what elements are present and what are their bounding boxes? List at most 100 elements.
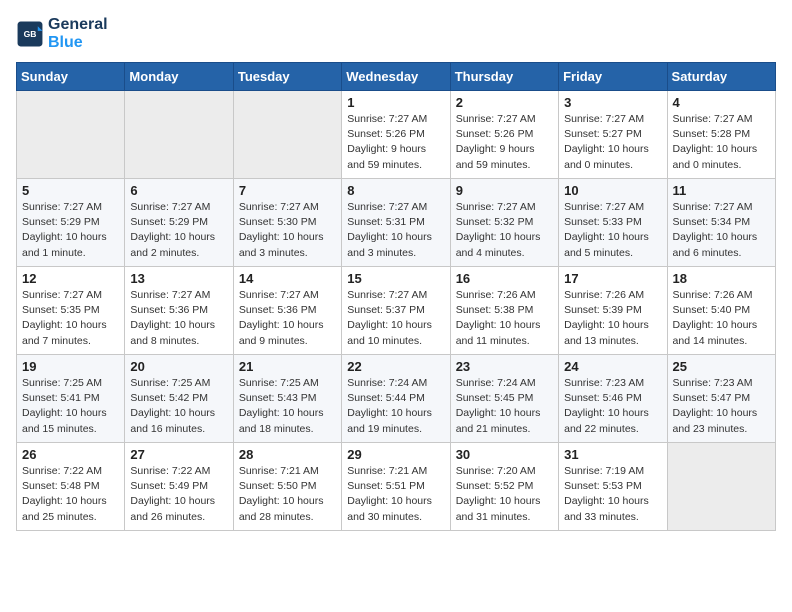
- calendar-cell: 21 Sunrise: 7:25 AMSunset: 5:43 PMDayligh…: [233, 355, 341, 443]
- calendar-cell: 13 Sunrise: 7:27 AMSunset: 5:36 PMDayligh…: [125, 267, 233, 355]
- day-info: Sunrise: 7:27 AMSunset: 5:33 PMDaylight:…: [564, 200, 661, 261]
- calendar-cell: 2 Sunrise: 7:27 AMSunset: 5:26 PMDaylight…: [450, 91, 558, 179]
- calendar-cell: 30Sunrise: 7:20 AMSunset: 5:52 PMDayligh…: [450, 443, 558, 531]
- header-day: Thursday: [450, 63, 558, 91]
- day-info: Sunrise: 7:21 AMSunset: 5:50 PMDaylight:…: [239, 464, 336, 525]
- day-number: 3: [564, 95, 661, 110]
- day-info: Sunrise: 7:24 AMSunset: 5:45 PMDaylight:…: [456, 376, 553, 437]
- calendar-cell: 18 Sunrise: 7:26 AMSunset: 5:40 PMDayligh…: [667, 267, 775, 355]
- header-day: Friday: [559, 63, 667, 91]
- day-number: 11: [673, 183, 770, 198]
- svg-text:GB: GB: [24, 29, 37, 39]
- logo-text: General Blue: [48, 16, 108, 52]
- day-number: 21: [239, 359, 336, 374]
- day-info: Sunrise: 7:27 AMSunset: 5:26 PMDaylight:…: [347, 112, 444, 173]
- calendar-cell: 26 Sunrise: 7:22 AMSunset: 5:48 PMDayligh…: [17, 443, 125, 531]
- header-day: Sunday: [17, 63, 125, 91]
- logo-icon: GB: [16, 20, 44, 48]
- calendar-cell: [17, 91, 125, 179]
- calendar-cell: 15Sunrise: 7:27 AMSunset: 5:37 PMDayligh…: [342, 267, 450, 355]
- day-number: 31: [564, 447, 661, 462]
- calendar-cell: 17Sunrise: 7:26 AMSunset: 5:39 PMDayligh…: [559, 267, 667, 355]
- day-info: Sunrise: 7:27 AMSunset: 5:34 PMDaylight:…: [673, 200, 770, 261]
- day-number: 24: [564, 359, 661, 374]
- header-day: Wednesday: [342, 63, 450, 91]
- calendar-cell: 12Sunrise: 7:27 AMSunset: 5:35 PMDayligh…: [17, 267, 125, 355]
- calendar-cell: 6Sunrise: 7:27 AMSunset: 5:29 PMDaylight…: [125, 179, 233, 267]
- day-number: 8: [347, 183, 444, 198]
- calendar-cell: 31 Sunrise: 7:19 AMSunset: 5:53 PMDayligh…: [559, 443, 667, 531]
- calendar-cell: 28 Sunrise: 7:21 AMSunset: 5:50 PMDayligh…: [233, 443, 341, 531]
- calendar-cell: 10 Sunrise: 7:27 AMSunset: 5:33 PMDayligh…: [559, 179, 667, 267]
- day-info: Sunrise: 7:27 AMSunset: 5:36 PMDaylight:…: [130, 288, 227, 349]
- header-row: SundayMondayTuesdayWednesdayThursdayFrid…: [17, 63, 776, 91]
- header-day: Tuesday: [233, 63, 341, 91]
- day-number: 2: [456, 95, 553, 110]
- day-number: 6: [130, 183, 227, 198]
- logo: GB General Blue: [16, 16, 108, 52]
- day-info: Sunrise: 7:25 AMSunset: 5:42 PMDaylight:…: [130, 376, 227, 437]
- day-number: 27: [130, 447, 227, 462]
- calendar-cell: 22 Sunrise: 7:24 AMSunset: 5:44 PMDayligh…: [342, 355, 450, 443]
- day-number: 15: [347, 271, 444, 286]
- calendar-cell: 25 Sunrise: 7:23 AMSunset: 5:47 PMDayligh…: [667, 355, 775, 443]
- calendar-cell: 29Sunrise: 7:21 AMSunset: 5:51 PMDayligh…: [342, 443, 450, 531]
- calendar-cell: 3Sunrise: 7:27 AMSunset: 5:27 PMDaylight…: [559, 91, 667, 179]
- day-number: 20: [130, 359, 227, 374]
- calendar-week: 5 Sunrise: 7:27 AMSunset: 5:29 PMDaylight…: [17, 179, 776, 267]
- calendar-cell: 4 Sunrise: 7:27 AMSunset: 5:28 PMDaylight…: [667, 91, 775, 179]
- header-day: Monday: [125, 63, 233, 91]
- day-info: Sunrise: 7:24 AMSunset: 5:44 PMDaylight:…: [347, 376, 444, 437]
- day-number: 16: [456, 271, 553, 286]
- calendar-cell: 20 Sunrise: 7:25 AMSunset: 5:42 PMDayligh…: [125, 355, 233, 443]
- calendar-week: 26 Sunrise: 7:22 AMSunset: 5:48 PMDayligh…: [17, 443, 776, 531]
- day-info: Sunrise: 7:27 AMSunset: 5:28 PMDaylight:…: [673, 112, 770, 173]
- calendar-cell: [125, 91, 233, 179]
- day-number: 13: [130, 271, 227, 286]
- calendar-cell: [233, 91, 341, 179]
- day-info: Sunrise: 7:25 AMSunset: 5:43 PMDaylight:…: [239, 376, 336, 437]
- calendar-cell: 14 Sunrise: 7:27 AMSunset: 5:36 PMDayligh…: [233, 267, 341, 355]
- day-number: 19: [22, 359, 119, 374]
- day-number: 4: [673, 95, 770, 110]
- day-info: Sunrise: 7:27 AMSunset: 5:36 PMDaylight:…: [239, 288, 336, 349]
- day-info: Sunrise: 7:27 AMSunset: 5:32 PMDaylight:…: [456, 200, 553, 261]
- day-info: Sunrise: 7:19 AMSunset: 5:53 PMDaylight:…: [564, 464, 661, 525]
- calendar-cell: 5 Sunrise: 7:27 AMSunset: 5:29 PMDaylight…: [17, 179, 125, 267]
- day-number: 10: [564, 183, 661, 198]
- day-number: 23: [456, 359, 553, 374]
- day-number: 5: [22, 183, 119, 198]
- calendar-cell: 19 Sunrise: 7:25 AMSunset: 5:41 PMDayligh…: [17, 355, 125, 443]
- page-header: GB General Blue: [16, 16, 776, 52]
- day-info: Sunrise: 7:20 AMSunset: 5:52 PMDaylight:…: [456, 464, 553, 525]
- calendar-cell: 11 Sunrise: 7:27 AMSunset: 5:34 PMDayligh…: [667, 179, 775, 267]
- calendar-cell: 27Sunrise: 7:22 AMSunset: 5:49 PMDayligh…: [125, 443, 233, 531]
- calendar-cell: 9 Sunrise: 7:27 AMSunset: 5:32 PMDaylight…: [450, 179, 558, 267]
- header-day: Saturday: [667, 63, 775, 91]
- calendar-cell: 7Sunrise: 7:27 AMSunset: 5:30 PMDaylight…: [233, 179, 341, 267]
- day-number: 29: [347, 447, 444, 462]
- day-info: Sunrise: 7:26 AMSunset: 5:40 PMDaylight:…: [673, 288, 770, 349]
- day-info: Sunrise: 7:23 AMSunset: 5:47 PMDaylight:…: [673, 376, 770, 437]
- day-info: Sunrise: 7:22 AMSunset: 5:48 PMDaylight:…: [22, 464, 119, 525]
- day-info: Sunrise: 7:27 AMSunset: 5:35 PMDaylight:…: [22, 288, 119, 349]
- day-number: 9: [456, 183, 553, 198]
- day-number: 18: [673, 271, 770, 286]
- day-info: Sunrise: 7:25 AMSunset: 5:41 PMDaylight:…: [22, 376, 119, 437]
- day-number: 14: [239, 271, 336, 286]
- day-number: 26: [22, 447, 119, 462]
- day-number: 25: [673, 359, 770, 374]
- day-info: Sunrise: 7:27 AMSunset: 5:31 PMDaylight:…: [347, 200, 444, 261]
- day-info: Sunrise: 7:27 AMSunset: 5:29 PMDaylight:…: [22, 200, 119, 261]
- calendar-week: 19 Sunrise: 7:25 AMSunset: 5:41 PMDayligh…: [17, 355, 776, 443]
- day-info: Sunrise: 7:23 AMSunset: 5:46 PMDaylight:…: [564, 376, 661, 437]
- day-number: 22: [347, 359, 444, 374]
- calendar-cell: 24 Sunrise: 7:23 AMSunset: 5:46 PMDayligh…: [559, 355, 667, 443]
- day-number: 28: [239, 447, 336, 462]
- calendar-cell: 1Sunrise: 7:27 AMSunset: 5:26 PMDaylight…: [342, 91, 450, 179]
- day-info: Sunrise: 7:27 AMSunset: 5:26 PMDaylight:…: [456, 112, 553, 173]
- day-number: 17: [564, 271, 661, 286]
- calendar-week: 1Sunrise: 7:27 AMSunset: 5:26 PMDaylight…: [17, 91, 776, 179]
- day-info: Sunrise: 7:27 AMSunset: 5:30 PMDaylight:…: [239, 200, 336, 261]
- calendar-table: SundayMondayTuesdayWednesdayThursdayFrid…: [16, 62, 776, 531]
